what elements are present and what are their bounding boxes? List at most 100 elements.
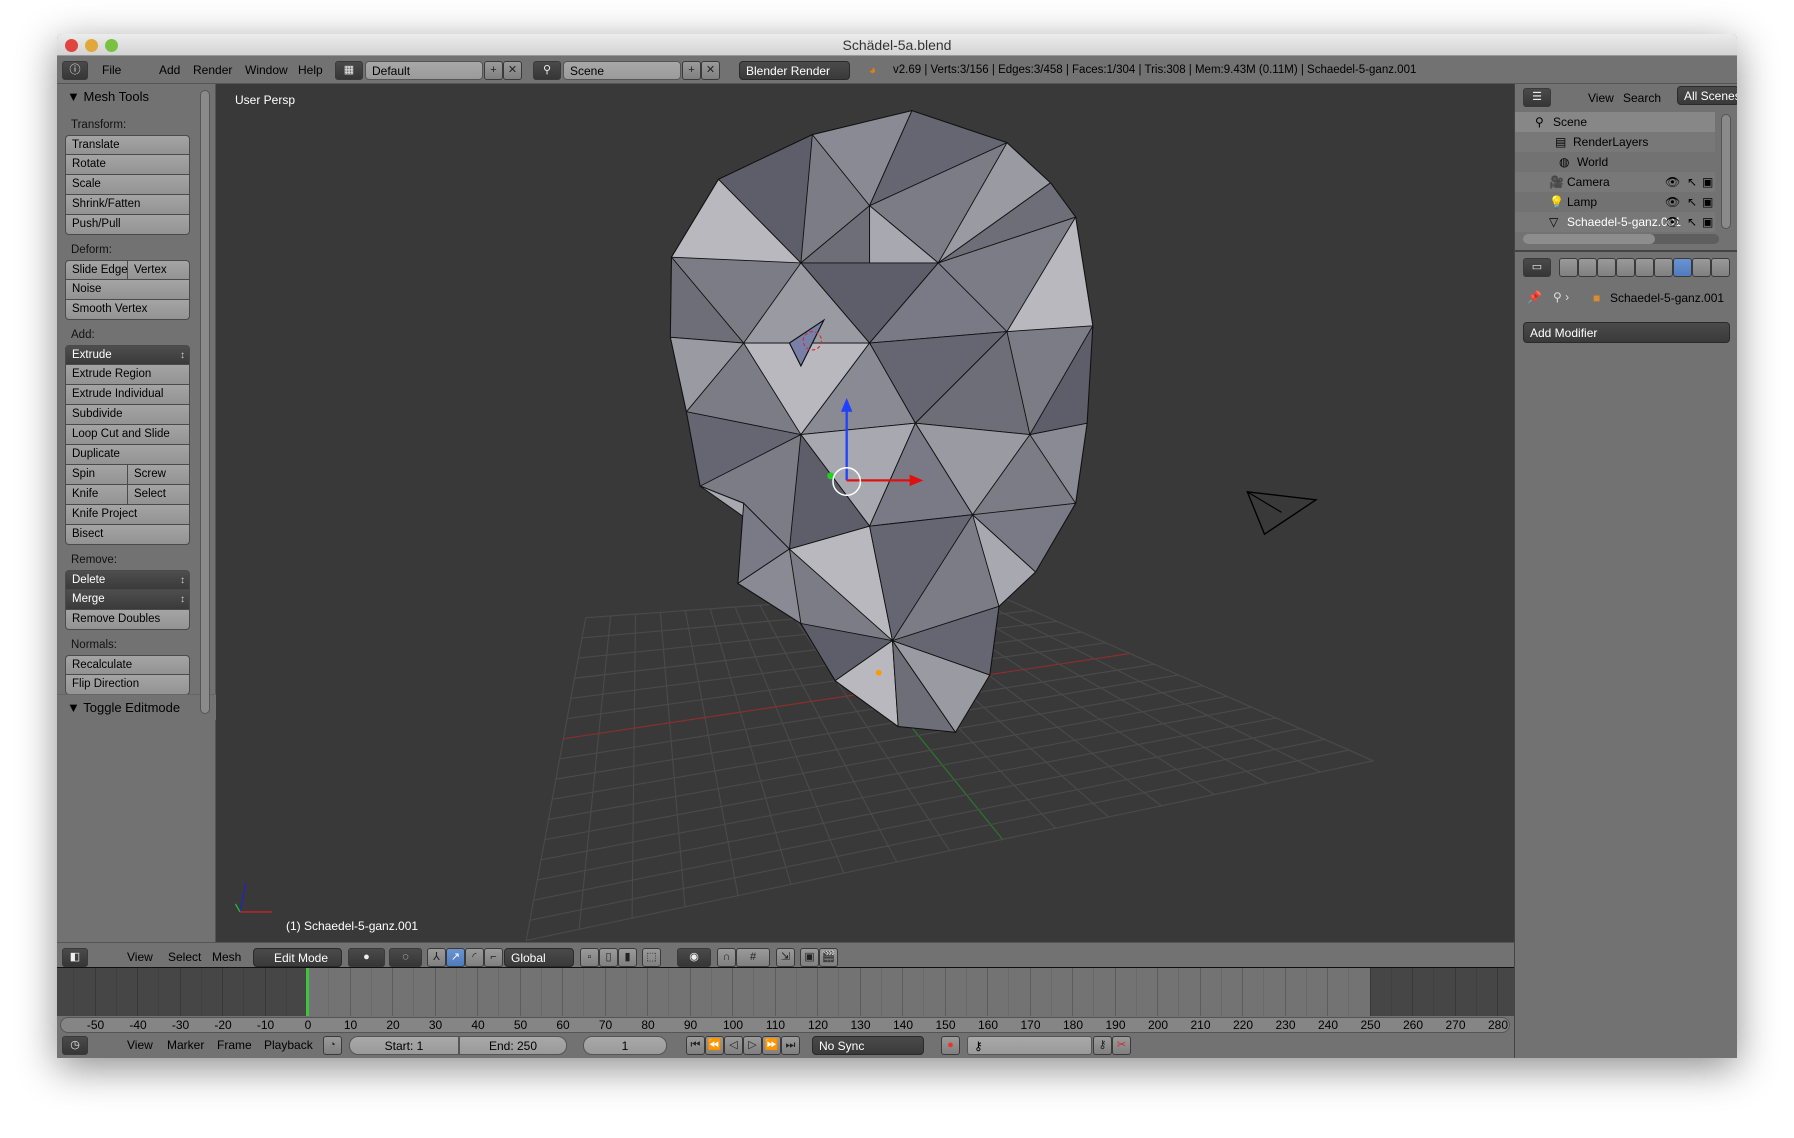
rotate-manipulator-icon[interactable]: ◜ [465, 948, 484, 967]
display-mode-dropdown[interactable]: All Scenes [1677, 86, 1737, 105]
outliner-item-schaedel-5-ganz-001[interactable]: ▽ Schaedel-5-ganz.001 👁 ↖ ▣ [1515, 212, 1715, 232]
pin-icon[interactable]: 📌 [1527, 290, 1542, 304]
limit-selection-icon[interactable]: ⬚ [642, 948, 661, 967]
layout-icon[interactable]: ▦ [335, 61, 363, 80]
viewport-shading-icon[interactable]: ● [348, 948, 385, 967]
smooth-vertex-button[interactable]: Smooth Vertex [65, 300, 190, 320]
remove-doubles-button[interactable]: Remove Doubles [65, 610, 190, 630]
spin-button[interactable]: Spin [65, 465, 128, 485]
extrude-region-button[interactable]: Extrude Region [65, 365, 190, 385]
menu-view[interactable]: View [1588, 91, 1614, 105]
timeline-area[interactable] [57, 967, 1541, 1016]
visibility-eye-icon[interactable]: 👁 [1665, 192, 1680, 212]
outliner-item-camera[interactable]: 🎥 Camera 👁 ↖ ▣ [1515, 172, 1715, 192]
tab-material-icon[interactable] [1711, 258, 1730, 277]
record-icon[interactable]: ● [941, 1036, 960, 1055]
scene-breadcrumb-icon[interactable]: ⚲ › [1553, 290, 1569, 304]
recalculate-button[interactable]: Recalculate [65, 655, 190, 675]
minimize-button[interactable] [85, 39, 98, 52]
outliner-item-renderlayers[interactable]: ▤ RenderLayers [1515, 132, 1715, 152]
mesh-tools-header[interactable]: ▼ Mesh Tools [57, 84, 215, 110]
tool-shelf-scrollbar[interactable] [200, 90, 210, 714]
shrink-fatten-button[interactable]: Shrink/Fatten [65, 195, 190, 215]
visibility-eye-icon[interactable]: 👁 [1665, 212, 1680, 232]
tab-world-icon[interactable] [1616, 258, 1635, 277]
add-layout-icon[interactable]: + [484, 61, 503, 80]
flip-direction-button[interactable]: Flip Direction [65, 675, 190, 695]
remove-scene-icon[interactable]: ✕ [701, 61, 720, 80]
bisect-button[interactable]: Bisect [65, 525, 190, 545]
editor-type-properties-icon[interactable]: ▭ [1523, 258, 1551, 277]
scale-button[interactable]: Scale [65, 175, 190, 195]
toggle-editmode-header[interactable]: ▼ Toggle Editmode [57, 694, 216, 720]
editor-type-outliner-icon[interactable]: ☰ [1523, 88, 1551, 107]
tab-object-icon[interactable] [1635, 258, 1654, 277]
outliner-vscrollbar[interactable] [1721, 114, 1731, 229]
vertex-select-icon[interactable]: ▫ [580, 948, 599, 967]
renderable-camera-icon[interactable]: ▣ [1702, 192, 1713, 212]
zoom-button[interactable] [105, 39, 118, 52]
render-engine-dropdown[interactable]: Blender Render [739, 61, 850, 80]
layers-icon[interactable]: ⇲ [776, 948, 795, 967]
extrude-individual-button[interactable]: Extrude Individual [65, 385, 190, 405]
pivot-point-icon[interactable]: ◌ [389, 948, 422, 967]
manipulator-toggle-icon[interactable]: ⅄ [427, 948, 446, 967]
close-button[interactable] [65, 39, 78, 52]
insert-keyframe-icon[interactable]: ⚷ [1093, 1036, 1112, 1055]
render-still-icon[interactable]: ▣ [800, 948, 819, 967]
slide-edge-button[interactable]: Slide Edge [65, 260, 128, 280]
select-button[interactable]: Select [127, 485, 190, 505]
translate-button[interactable]: Translate [65, 135, 190, 155]
menu-file[interactable]: File [102, 56, 121, 84]
end-frame-field[interactable]: End: 250 [459, 1036, 567, 1055]
menu-search[interactable]: Search [1623, 91, 1661, 105]
outliner-hscrollbar[interactable] [1523, 234, 1719, 244]
noise-button[interactable]: Noise [65, 280, 190, 300]
menu-add[interactable]: Add [159, 56, 180, 84]
renderable-camera-icon[interactable]: ▣ [1702, 212, 1713, 232]
current-frame-field[interactable]: 1 [583, 1036, 667, 1055]
outliner-item-lamp[interactable]: 💡 Lamp 👁 ↖ ▣ [1515, 192, 1715, 212]
jump-keyframe-back-icon[interactable]: ⏪ [705, 1036, 724, 1055]
editor-type-info-icon[interactable]: ⓘ [62, 61, 88, 80]
menu-view[interactable]: View [127, 1033, 153, 1058]
outliner-item-world[interactable]: ◍ World [1515, 152, 1715, 172]
tab-render-layers-icon[interactable] [1578, 258, 1597, 277]
subdivide-button[interactable]: Subdivide [65, 405, 190, 425]
jump-keyframe-forward-icon[interactable]: ⏩ [762, 1036, 781, 1055]
merge-button[interactable]: Merge [65, 590, 190, 610]
menu-window[interactable]: Window [245, 56, 288, 84]
tab-data-icon[interactable] [1692, 258, 1711, 277]
frame-ruler[interactable]: -50 -40 -30 -20 -10 0 10 20 30 40 50 60 70 80 90 100 110… [60, 1017, 1510, 1033]
translate-manipulator-icon[interactable]: ↗ [446, 948, 465, 967]
push-pull-button[interactable]: Push/Pull [65, 215, 190, 235]
screw-button[interactable]: Screw [127, 465, 190, 485]
jump-end-icon[interactable]: ⏭ [781, 1036, 800, 1055]
play-reverse-icon[interactable]: ◁ [724, 1036, 743, 1055]
delete-button[interactable]: Delete [65, 570, 190, 590]
snap-toggle-icon[interactable]: ∩ [717, 948, 736, 967]
menu-render[interactable]: Render [193, 56, 232, 84]
selectable-arrow-icon[interactable]: ↖ [1687, 172, 1697, 192]
play-icon[interactable]: ▷ [743, 1036, 762, 1055]
snap-element-icon[interactable]: # [736, 948, 770, 967]
edge-select-icon[interactable]: ▯ [599, 948, 618, 967]
delete-keyframe-icon[interactable]: ✂ [1112, 1036, 1131, 1055]
tab-scene-icon[interactable] [1597, 258, 1616, 277]
menu-playback[interactable]: Playback [264, 1033, 313, 1058]
rotate-button[interactable]: Rotate [65, 155, 190, 175]
knife-project-button[interactable]: Knife Project [65, 505, 190, 525]
menu-help[interactable]: Help [298, 56, 323, 84]
extrude-button[interactable]: Extrude [65, 345, 190, 365]
remove-layout-icon[interactable]: ✕ [503, 61, 522, 80]
renderable-camera-icon[interactable]: ▣ [1702, 172, 1713, 192]
jump-start-icon[interactable]: ⏮ [686, 1036, 705, 1055]
keying-set-field[interactable]: ⚷ [967, 1036, 1092, 1055]
vertex-button[interactable]: Vertex [127, 260, 190, 280]
loop-cut-and-slide-button[interactable]: Loop Cut and Slide [65, 425, 190, 445]
tab-constraints-icon[interactable] [1654, 258, 1673, 277]
add-scene-icon[interactable]: + [682, 61, 701, 80]
start-frame-field[interactable]: Start: 1 [349, 1036, 459, 1055]
tab-render-icon[interactable] [1559, 258, 1578, 277]
scene-icon[interactable]: ⚲ [533, 61, 561, 80]
